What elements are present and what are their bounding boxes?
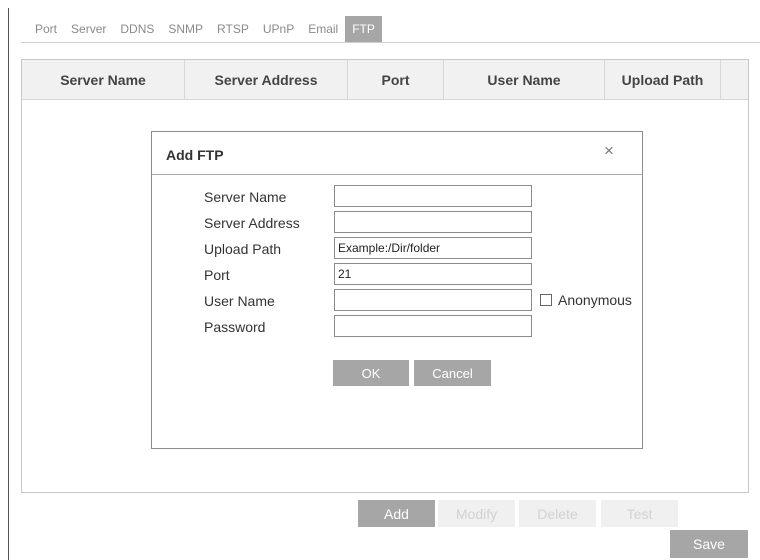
port-label: Port [204,267,230,283]
anonymous-label: Anonymous [558,292,632,308]
user-name-label: User Name [204,293,275,309]
server-name-input[interactable] [334,185,532,207]
tab-ddns[interactable]: DDNS [113,16,161,42]
server-address-input[interactable] [334,211,532,233]
upload-path-label: Upload Path [204,241,282,257]
column-header-server-address: Server Address [185,60,348,99]
anonymous-checkbox[interactable] [540,294,552,306]
upload-path-input[interactable] [334,237,532,259]
test-button[interactable]: Test [601,500,678,527]
add-button[interactable]: Add [358,500,435,527]
form-row-port: Port [204,263,644,287]
tab-bar-divider [21,42,760,43]
dialog-header: Add FTP × [152,132,642,175]
settings-tab-bar: Port Server DDNS SNMP RTSP UPnP Email FT… [28,16,382,42]
tab-server[interactable]: Server [64,16,113,42]
save-button[interactable]: Save [670,530,748,558]
column-header-upload-path: Upload Path [605,60,721,99]
left-border-line [8,8,9,560]
password-label: Password [204,319,266,335]
user-name-input[interactable] [334,289,532,311]
form-row-password: Password [204,315,644,339]
form-row-user-name: User Name Anonymous [204,289,644,313]
form-row-upload-path: Upload Path [204,237,644,261]
form-row-server-name: Server Name [204,185,644,209]
server-name-label: Server Name [204,189,287,205]
password-input[interactable] [334,315,532,337]
column-header-server-name: Server Name [22,60,185,99]
dialog-title: Add FTP [166,147,224,163]
tab-snmp[interactable]: SNMP [161,16,210,42]
add-ftp-dialog: Add FTP × Server Name Server Address Upl… [151,131,643,449]
tab-rtsp[interactable]: RTSP [210,16,256,42]
form-row-server-address: Server Address [204,211,644,235]
column-header-filler [721,60,748,99]
tab-ftp[interactable]: FTP [345,16,382,42]
anonymous-option: Anonymous [540,292,632,308]
ok-button[interactable]: OK [333,360,409,386]
column-header-user-name: User Name [444,60,605,99]
tab-email[interactable]: Email [301,16,345,42]
modify-button[interactable]: Modify [438,500,515,527]
port-input[interactable] [334,263,532,285]
tab-upnp[interactable]: UPnP [256,16,301,42]
column-header-port: Port [348,60,444,99]
table-header-row: Server Name Server Address Port User Nam… [22,60,748,100]
close-icon[interactable]: × [604,141,614,161]
cancel-button[interactable]: Cancel [414,360,491,386]
tab-port[interactable]: Port [28,16,64,42]
server-address-label: Server Address [204,215,300,231]
delete-button[interactable]: Delete [519,500,596,527]
